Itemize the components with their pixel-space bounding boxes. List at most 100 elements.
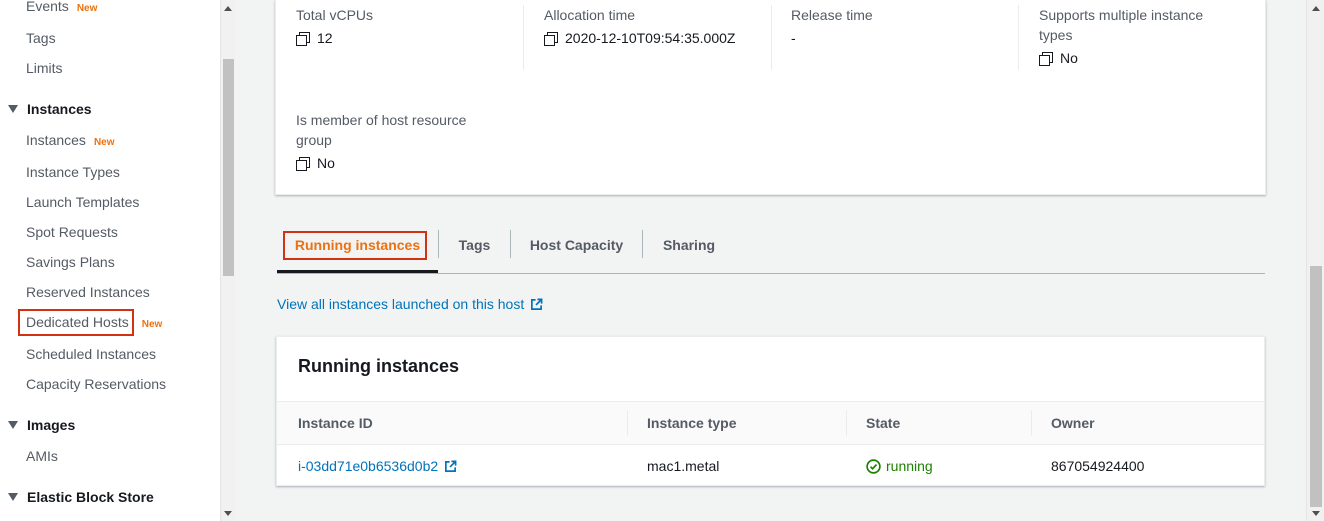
column-separator — [846, 410, 847, 436]
tab-host-capacity[interactable]: Host Capacity — [511, 226, 642, 272]
instance-state-cell: running — [866, 458, 933, 474]
sidebar-item-limits[interactable]: Limits — [26, 60, 63, 76]
state-text: running — [886, 458, 933, 474]
sidebar-item-label: Launch Templates — [26, 194, 140, 210]
sidebar-item-label: Instance Types — [26, 164, 120, 180]
column-divider — [1018, 5, 1019, 70]
column-header-owner[interactable]: Owner — [1051, 415, 1095, 431]
detail-multi-instance: Supports multiple instance types No — [1039, 5, 1239, 66]
sidebar-item-launch-templates[interactable]: Launch Templates — [26, 194, 139, 210]
external-link-icon — [445, 460, 457, 472]
table-header: Instance ID Instance type State Owner — [277, 401, 1264, 445]
sidebar-item-label: Savings Plans — [26, 254, 115, 270]
scrollbar-thumb[interactable] — [223, 59, 234, 276]
sidebar-item-scheduled-instances[interactable]: Scheduled Instances — [26, 346, 156, 362]
tab-sharing[interactable]: Sharing — [643, 226, 735, 272]
detail-host-resource-group: Is member of host resource group No — [296, 110, 486, 171]
sidebar-item-label: Dedicated Hosts — [26, 314, 129, 330]
sidebar-item-spot-requests[interactable]: Spot Requests — [26, 224, 118, 240]
tab-bar: Running instances Tags Host Capacity Sha… — [277, 226, 1265, 274]
sidebar-item-label: Spot Requests — [26, 224, 118, 240]
detail-value: 12 — [317, 30, 333, 46]
sidebar-item-label: Instances — [26, 132, 86, 148]
host-details-card: Total vCPUs 12 Allocation time 2020-12-1… — [275, 0, 1266, 195]
tab-tags[interactable]: Tags — [439, 226, 510, 272]
sidebar-section-ebs[interactable]: Elastic Block Store — [8, 489, 154, 505]
column-header-instance-id[interactable]: Instance ID — [298, 415, 373, 431]
detail-value: 2020-12-10T09:54:35.000Z — [565, 30, 736, 46]
sidebar-item-amis[interactable]: AMIs — [26, 448, 58, 464]
detail-value: No — [317, 155, 335, 171]
detail-total-vcpus: Total vCPUs 12 — [296, 5, 526, 46]
detail-value: No — [1060, 50, 1078, 66]
scroll-down-arrow-icon[interactable] — [1312, 511, 1320, 516]
sidebar-section-images[interactable]: Images — [8, 417, 75, 433]
scroll-up-arrow-icon[interactable] — [1312, 6, 1320, 11]
status-success-icon — [866, 458, 881, 474]
copy-icon[interactable] — [1039, 51, 1053, 66]
card-title: Running instances — [298, 356, 460, 376]
tab-running-instances[interactable]: Running instances — [277, 226, 438, 272]
caret-down-icon — [8, 493, 18, 501]
sidebar-item-tags[interactable]: Tags — [26, 30, 56, 46]
detail-value-row: No — [296, 155, 486, 171]
sidebar-scrollbar[interactable] — [220, 0, 235, 521]
sidebar-section-instances[interactable]: Instances — [8, 101, 92, 117]
active-tab-underline — [277, 270, 438, 273]
main-scrollbar[interactable] — [1306, 0, 1324, 521]
sidebar-item-reserved-instances[interactable]: Reserved Instances — [26, 284, 150, 300]
sidebar-nav: Events New Tags Limits Instances Instance… — [0, 0, 220, 521]
sidebar-item-label: Scheduled Instances — [26, 346, 156, 362]
scroll-up-arrow-icon[interactable] — [224, 6, 232, 11]
owner-cell: 867054924400 — [1051, 458, 1145, 474]
sidebar-item-savings-plans[interactable]: Savings Plans — [26, 254, 115, 270]
caret-down-icon — [8, 421, 18, 429]
sidebar-item-dedicated-hosts[interactable]: Dedicated Hosts New — [26, 314, 162, 330]
scroll-down-arrow-icon[interactable] — [224, 511, 232, 516]
detail-label: Allocation time — [544, 7, 636, 23]
main-content: Total vCPUs 12 Allocation time 2020-12-1… — [235, 0, 1306, 521]
sidebar-item-instance-types[interactable]: Instance Types — [26, 164, 120, 180]
sidebar-item-label: Limits — [26, 60, 63, 76]
view-all-instances-link[interactable]: View all instances launched on this host — [277, 296, 543, 312]
section-title: Instances — [27, 101, 92, 117]
detail-value-row: 12 — [296, 30, 526, 46]
running-instances-card: Running instances Instance ID Instance t… — [276, 336, 1265, 486]
instance-id-link[interactable]: i-03dd71e0b6536d0b2 — [298, 458, 457, 474]
sidebar-item-events[interactable]: Events New — [26, 0, 97, 14]
sidebar-item-label: Reserved Instances — [26, 284, 150, 300]
detail-value-row: - — [791, 30, 1021, 46]
detail-value-row: 2020-12-10T09:54:35.000Z — [544, 30, 774, 46]
link-text: View all instances launched on this host — [277, 296, 525, 312]
instance-type-cell: mac1.metal — [647, 458, 720, 474]
sidebar-item-label: Capacity Reservations — [26, 376, 167, 392]
scrollbar-thumb[interactable] — [1310, 266, 1322, 507]
column-divider — [771, 5, 772, 70]
detail-label: Supports multiple instance types — [1039, 7, 1204, 43]
sidebar-item-instances[interactable]: Instances New — [26, 132, 115, 148]
new-badge: New — [76, 3, 98, 14]
detail-label: Is member of host resource group — [296, 112, 467, 148]
column-separator — [627, 410, 628, 436]
external-link-icon — [531, 298, 543, 310]
column-header-state[interactable]: State — [866, 415, 900, 431]
column-separator — [1031, 410, 1032, 436]
caret-down-icon — [8, 105, 18, 113]
new-badge: New — [93, 137, 115, 148]
detail-release-time: Release time - — [791, 5, 1021, 46]
instance-id: i-03dd71e0b6536d0b2 — [298, 458, 439, 474]
sidebar-item-capacity-reservations[interactable]: Capacity Reservations — [26, 376, 166, 392]
column-divider — [523, 5, 524, 70]
column-header-instance-type[interactable]: Instance type — [647, 415, 736, 431]
section-title: Elastic Block Store — [27, 489, 154, 505]
copy-icon[interactable] — [296, 156, 310, 171]
detail-value: - — [791, 30, 796, 46]
copy-icon[interactable] — [544, 31, 558, 46]
copy-icon[interactable] — [296, 31, 310, 46]
sidebar-item-label: Tags — [26, 30, 56, 46]
sidebar-item-label: AMIs — [26, 448, 58, 464]
detail-allocation-time: Allocation time 2020-12-10T09:54:35.000Z — [544, 5, 774, 46]
section-title: Images — [27, 417, 76, 433]
new-badge: New — [141, 319, 163, 330]
sidebar-item-label: Events — [26, 0, 69, 14]
